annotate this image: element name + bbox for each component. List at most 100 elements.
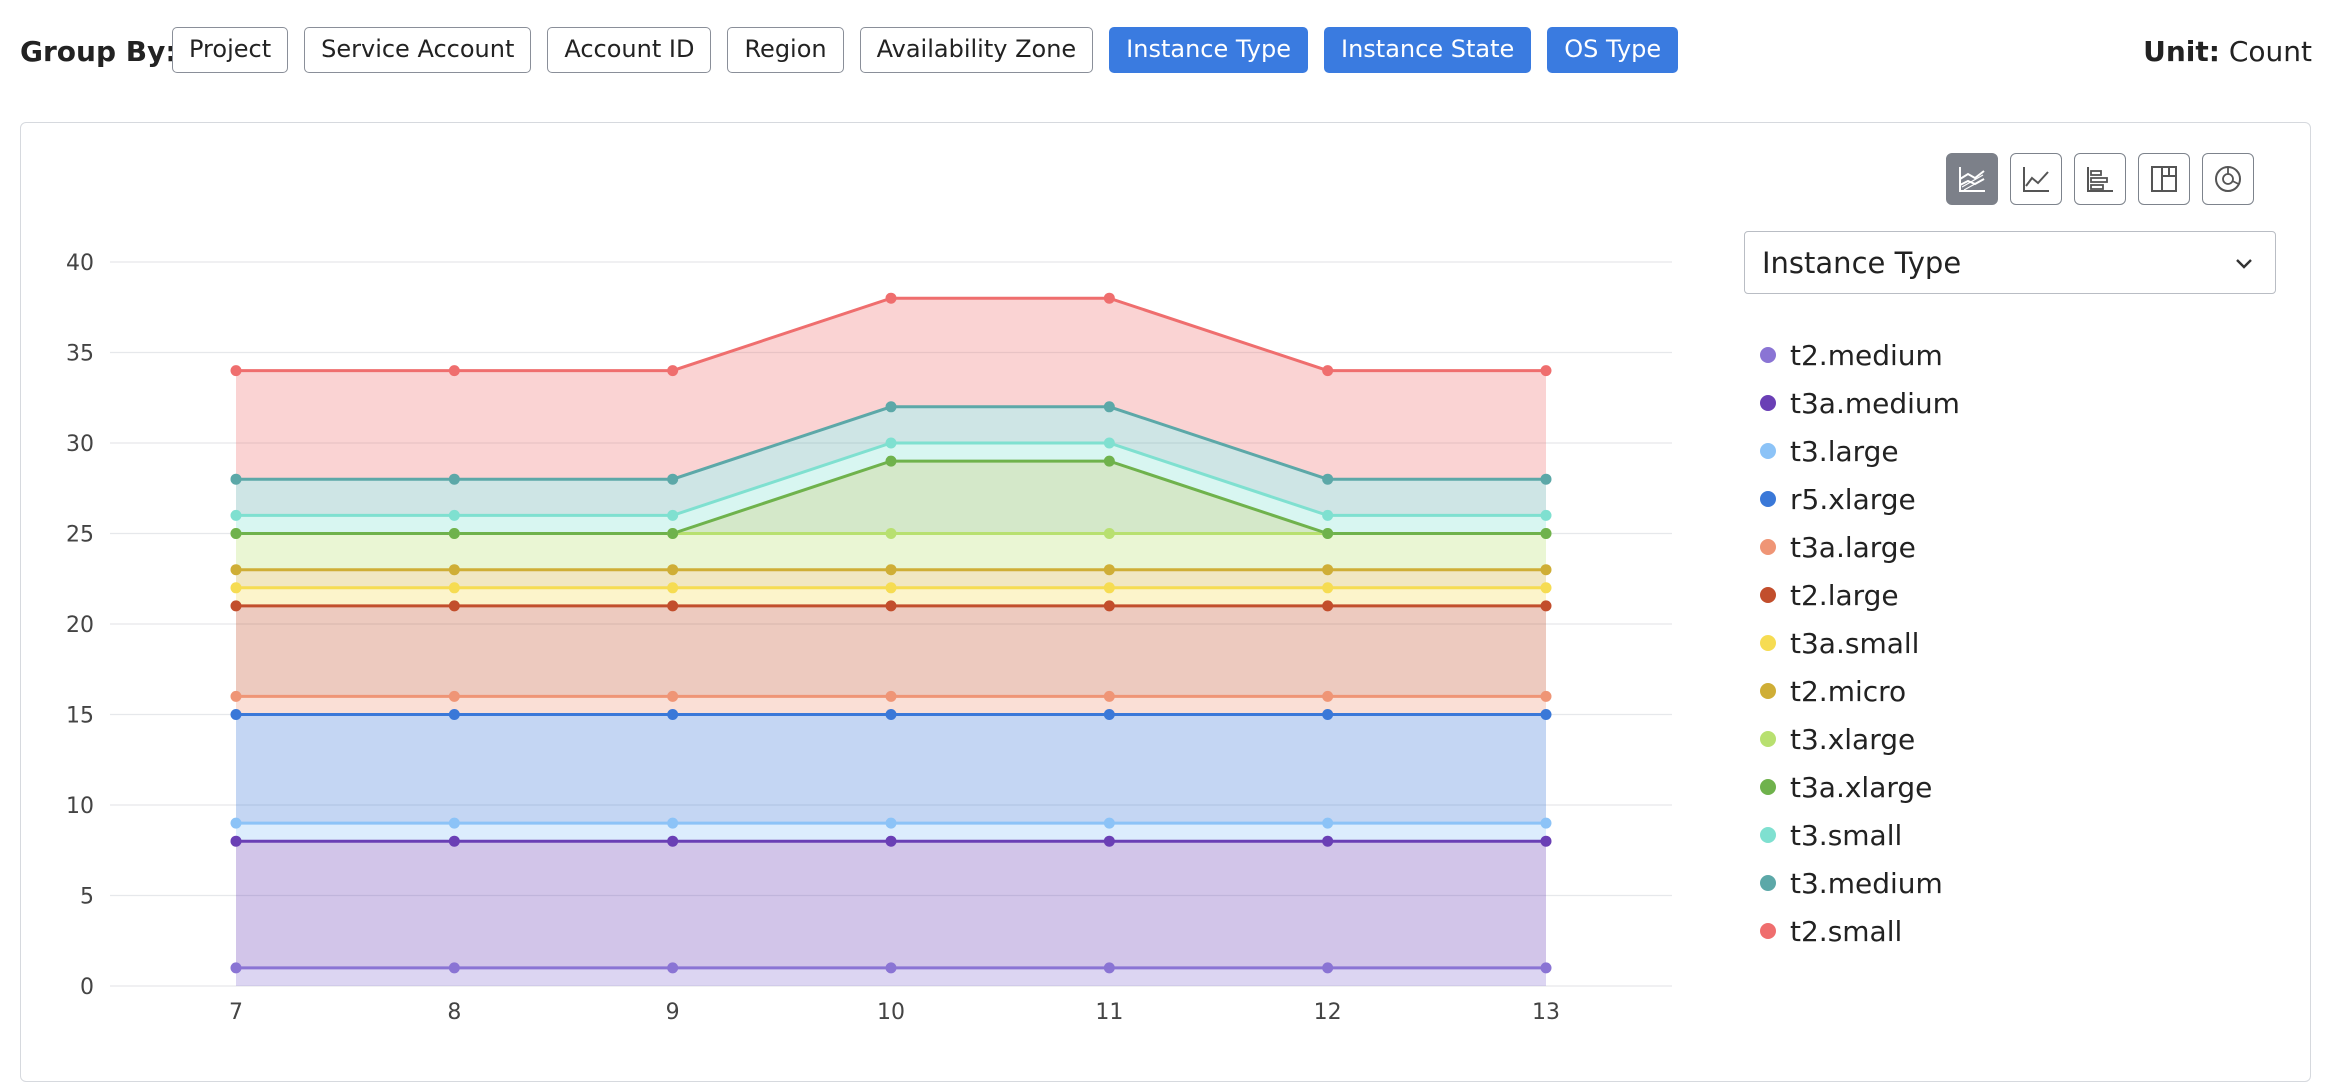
data-point: [1540, 509, 1552, 521]
data-point: [885, 835, 897, 847]
data-point: [885, 690, 897, 702]
pie-chart-button[interactable]: [2202, 153, 2254, 205]
legend-label: t2.medium: [1790, 338, 1943, 372]
data-point: [448, 600, 460, 612]
unit-indicator: Unit: Count: [2143, 35, 2312, 68]
legend-item[interactable]: t2.medium: [1760, 331, 1960, 379]
data-point: [1540, 690, 1552, 702]
data-point: [1103, 582, 1115, 594]
data-point: [1540, 817, 1552, 829]
bar-chart-button[interactable]: [2074, 153, 2126, 205]
unit-value: Count: [2228, 35, 2312, 68]
data-point: [1103, 962, 1115, 974]
stacked-area-chart-button[interactable]: [1946, 153, 1998, 205]
legend-item[interactable]: t2.small: [1760, 907, 1960, 955]
y-tick-label: 20: [66, 613, 94, 638]
legend-item[interactable]: t3a.medium: [1760, 379, 1960, 427]
x-tick-label: 7: [229, 1000, 243, 1025]
data-point: [1322, 690, 1334, 702]
series-area: [236, 841, 1546, 968]
legend-item[interactable]: t2.micro: [1760, 667, 1960, 715]
data-point: [230, 835, 242, 847]
treemap-icon: [2151, 166, 2177, 192]
chart-type-switcher: [1946, 153, 2254, 205]
x-tick-label: 10: [877, 1000, 905, 1025]
dimension-select[interactable]: Instance Type: [1744, 231, 2276, 294]
data-point: [885, 582, 897, 594]
y-tick-label: 40: [66, 251, 94, 276]
legend-label: t3a.small: [1790, 626, 1920, 660]
data-point: [1540, 962, 1552, 974]
data-point: [448, 473, 460, 485]
data-point: [1540, 365, 1552, 377]
legend-label: r5.xlarge: [1790, 482, 1916, 516]
legend-label: t2.micro: [1790, 674, 1907, 708]
data-point: [1103, 600, 1115, 612]
data-point: [1103, 292, 1115, 304]
legend-swatch: [1760, 491, 1776, 507]
data-point: [885, 437, 897, 449]
data-point: [885, 455, 897, 467]
y-tick-label: 30: [66, 432, 94, 457]
y-tick-label: 35: [66, 342, 94, 367]
legend-swatch: [1760, 539, 1776, 555]
data-point: [230, 564, 242, 576]
data-point: [1540, 600, 1552, 612]
data-point: [230, 690, 242, 702]
data-point: [448, 582, 460, 594]
legend-item[interactable]: t3a.small: [1760, 619, 1960, 667]
legend-swatch: [1760, 347, 1776, 363]
treemap-button[interactable]: [2138, 153, 2190, 205]
data-point: [885, 528, 897, 539]
data-point: [667, 690, 679, 702]
legend-item[interactable]: t3.medium: [1760, 859, 1960, 907]
data-point: [1540, 564, 1552, 576]
data-point: [1322, 564, 1334, 576]
data-point: [1103, 817, 1115, 829]
chart-legend: t2.medium t3a.medium t3.large r5.xlarge t3a.…: [1760, 331, 1960, 955]
data-point: [448, 365, 460, 377]
legend-item[interactable]: r5.xlarge: [1760, 475, 1960, 523]
data-point: [1103, 401, 1115, 413]
legend-swatch: [1760, 731, 1776, 747]
data-point: [1540, 473, 1552, 485]
legend-swatch: [1760, 827, 1776, 843]
legend-swatch: [1760, 395, 1776, 411]
data-point: [1103, 690, 1115, 702]
data-point: [230, 509, 242, 521]
line-chart-button[interactable]: [2010, 153, 2062, 205]
data-point: [885, 292, 897, 304]
legend-swatch: [1760, 779, 1776, 795]
data-point: [1322, 582, 1334, 594]
series-area: [236, 714, 1546, 824]
legend-label: t3a.large: [1790, 530, 1916, 564]
data-point: [667, 365, 679, 377]
legend-item[interactable]: t3a.xlarge: [1760, 763, 1960, 811]
data-point: [1322, 817, 1334, 829]
bar-chart-icon: [2087, 167, 2113, 192]
data-point: [1322, 709, 1334, 720]
line-chart-icon: [2023, 167, 2049, 192]
data-point: [667, 600, 679, 612]
legend-item[interactable]: t3a.large: [1760, 523, 1960, 571]
data-point: [448, 528, 460, 539]
data-point: [1103, 835, 1115, 847]
data-point: [667, 817, 679, 829]
legend-item[interactable]: t3.small: [1760, 811, 1960, 859]
legend-swatch: [1760, 875, 1776, 891]
legend-swatch: [1760, 923, 1776, 939]
stacked-area-chart-icon: [1959, 167, 1985, 192]
data-point: [1103, 455, 1115, 467]
data-point: [448, 817, 460, 829]
data-point: [1103, 709, 1115, 720]
data-point: [1540, 835, 1552, 847]
legend-item[interactable]: t3.xlarge: [1760, 715, 1960, 763]
data-point: [230, 582, 242, 594]
unit-label: Unit:: [2143, 35, 2220, 68]
data-point: [448, 835, 460, 847]
data-point: [230, 365, 242, 377]
legend-item[interactable]: t3.large: [1760, 427, 1960, 475]
y-tick-label: 5: [80, 885, 94, 910]
data-point: [885, 564, 897, 576]
legend-item[interactable]: t2.large: [1760, 571, 1960, 619]
